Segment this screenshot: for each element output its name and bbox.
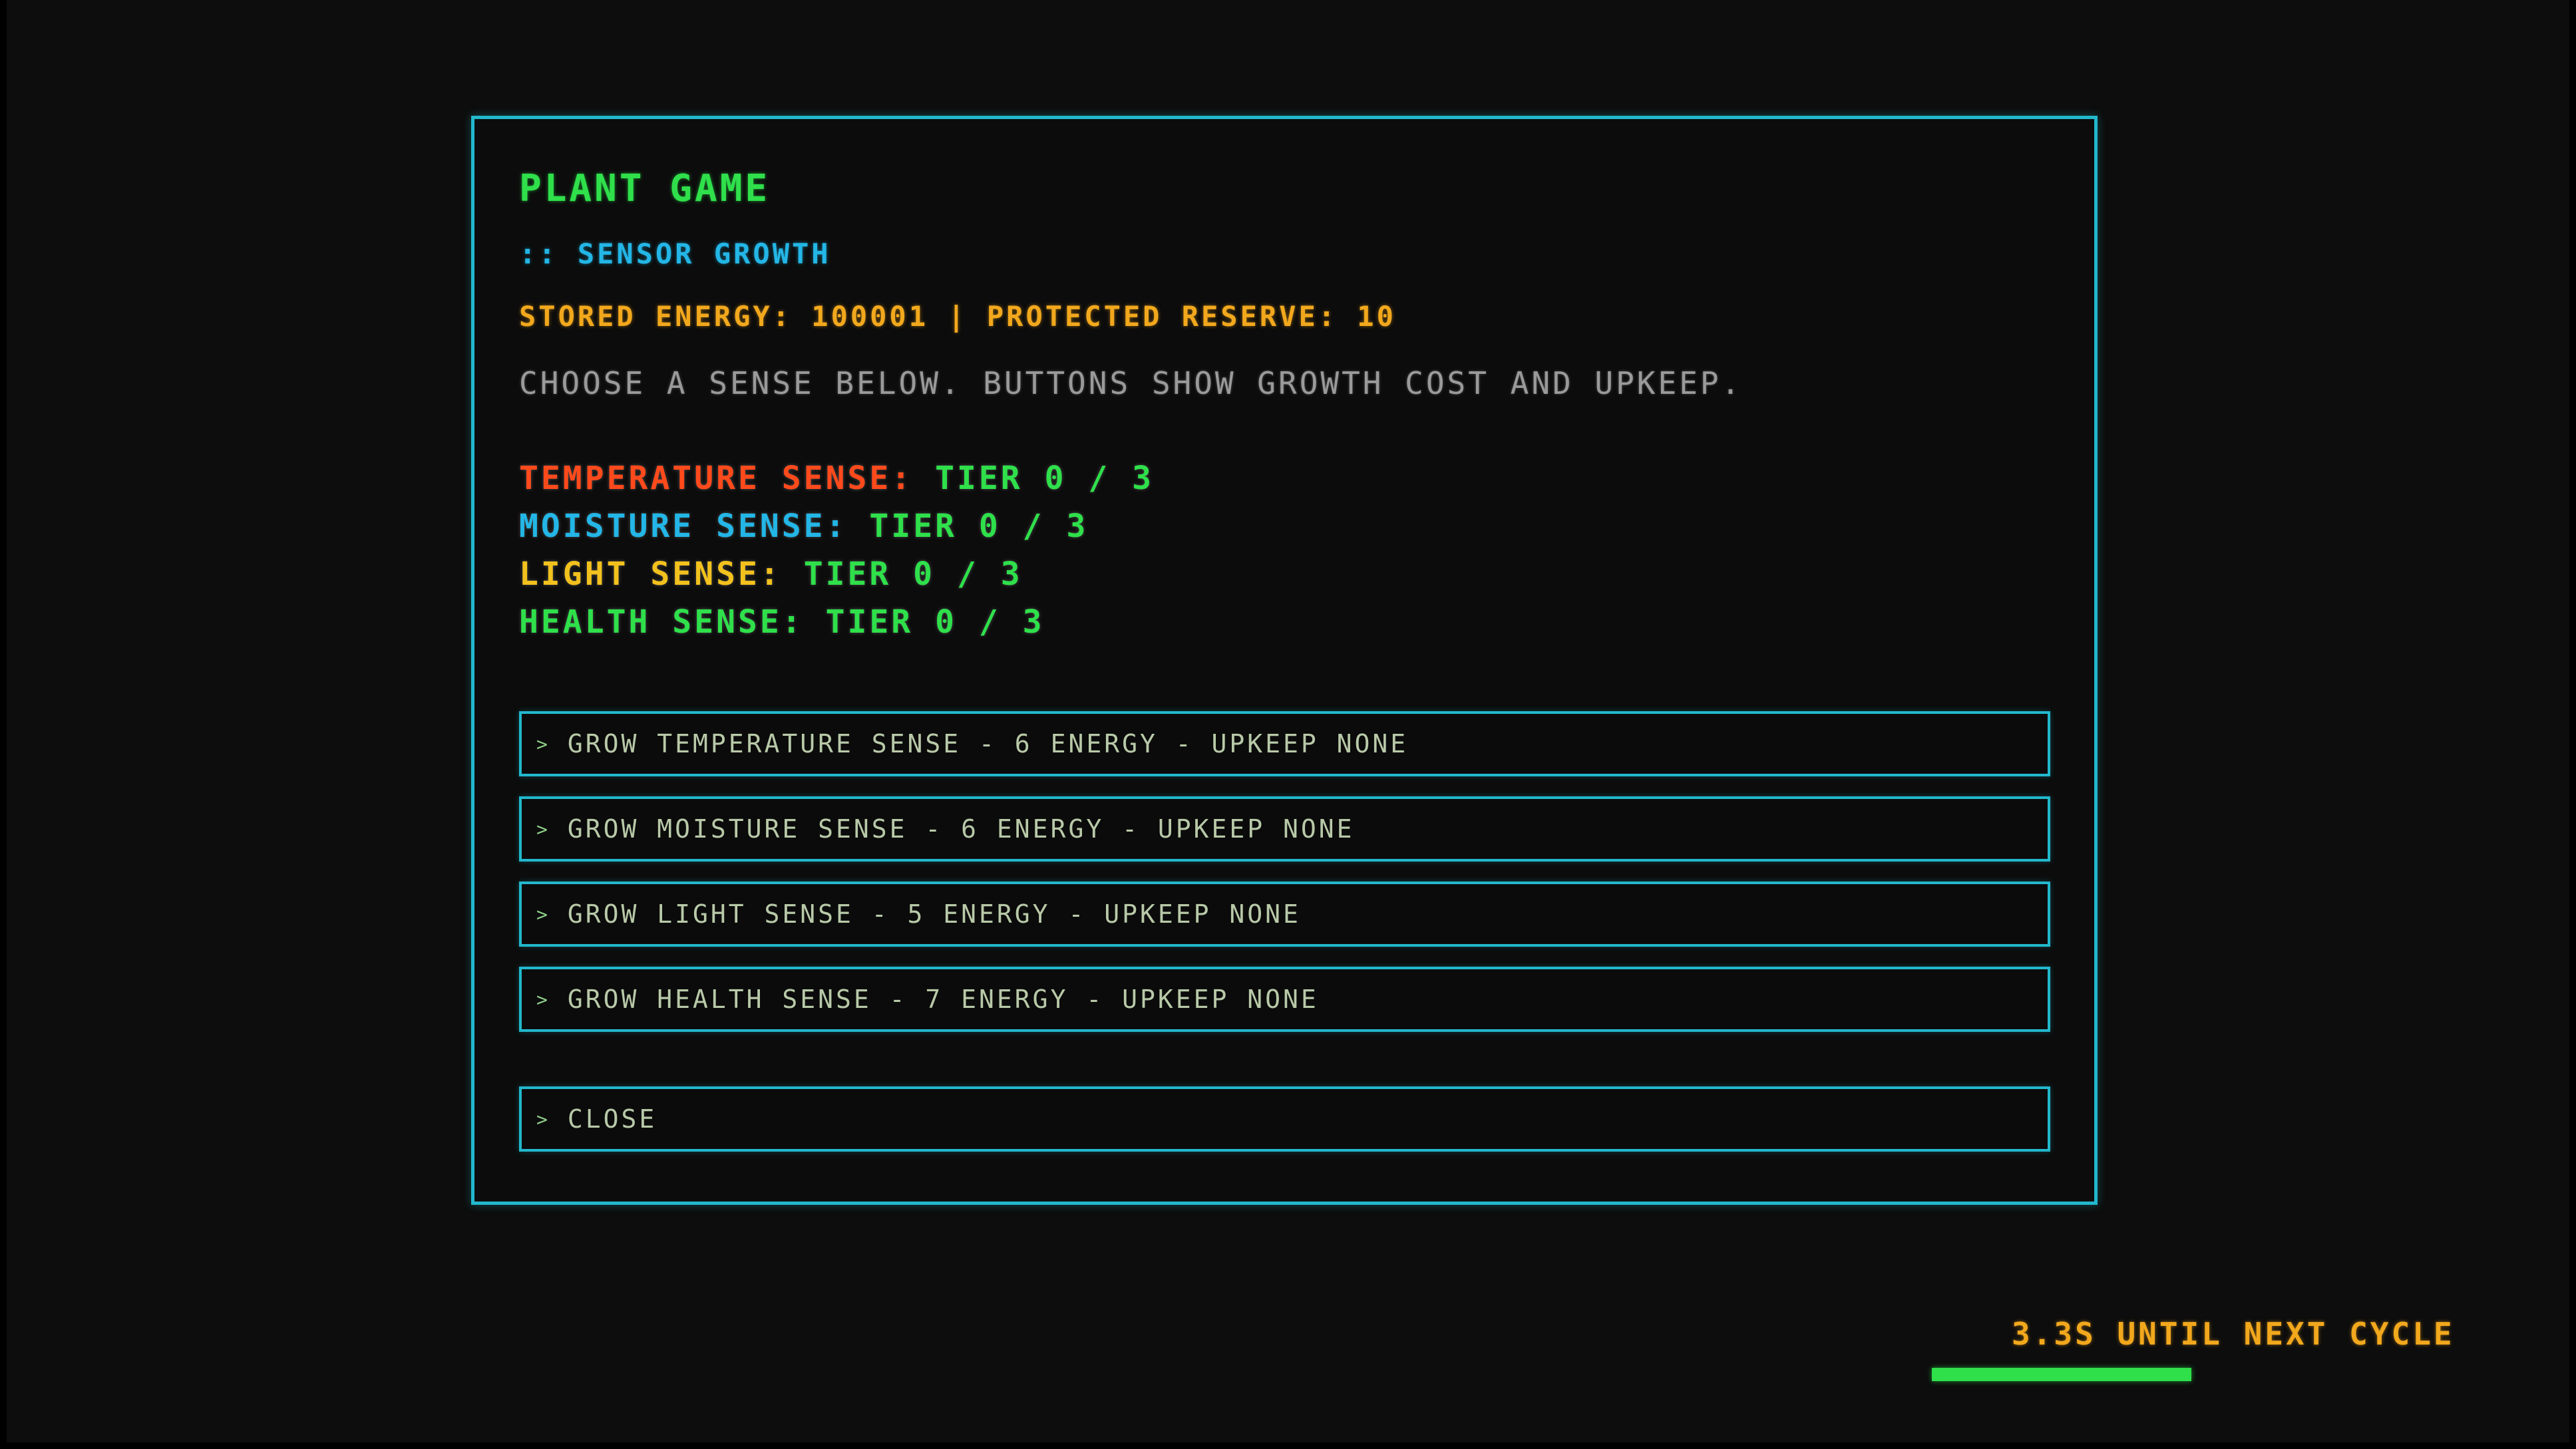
sensor-growth-dialog: PLANT GAME :: SENSOR GROWTH STORED ENERG… — [471, 116, 2098, 1205]
temperature-sense-status: TEMPERATURE SENSE: TIER 0 / 3 — [519, 460, 1154, 497]
cycle-progress-fill — [1932, 1368, 2191, 1381]
sense-tier: TIER 0 / 3 — [869, 508, 1089, 545]
sense-name: MOISTURE SENSE: — [519, 508, 848, 545]
grow-health-sense-button[interactable]: > GROW HEALTH SENSE - 7 ENERGY - UPKEEP … — [519, 967, 2050, 1032]
instructions-text: CHOOSE A SENSE BELOW. BUTTONS SHOW GROWT… — [519, 365, 1743, 401]
health-sense-status: HEALTH SENSE: TIER 0 / 3 — [519, 603, 1045, 641]
chevron-right-icon: > — [536, 818, 550, 840]
chevron-right-icon: > — [536, 903, 550, 925]
dialog-subtitle: :: SENSOR GROWTH — [519, 238, 831, 270]
close-button[interactable]: > CLOSE — [519, 1086, 2050, 1152]
chevron-right-icon: > — [536, 1108, 550, 1130]
game-screen: PLANT GAME :: SENSOR GROWTH STORED ENERG… — [7, 0, 2569, 1442]
sense-tier: TIER 0 / 3 — [803, 556, 1023, 593]
chevron-right-icon: > — [536, 988, 550, 1011]
button-label: GROW MOISTURE SENSE - 6 ENERGY - UPKEEP … — [567, 814, 1355, 844]
button-label: GROW TEMPERATURE SENSE - 6 ENERGY - UPKE… — [567, 729, 1409, 758]
grow-moisture-sense-button[interactable]: > GROW MOISTURE SENSE - 6 ENERGY - UPKEE… — [519, 796, 2050, 862]
stored-energy-readout: STORED ENERGY: 100001 | PROTECTED RESERV… — [519, 300, 1396, 333]
sense-name: LIGHT SENSE: — [519, 556, 782, 593]
cycle-progress-bar — [1932, 1368, 2313, 1381]
chevron-right-icon: > — [536, 732, 550, 755]
button-label: CLOSE — [567, 1104, 657, 1134]
sense-name: TEMPERATURE SENSE: — [519, 460, 914, 497]
button-label: GROW LIGHT SENSE - 5 ENERGY - UPKEEP NON… — [567, 899, 1301, 929]
grow-light-sense-button[interactable]: > GROW LIGHT SENSE - 5 ENERGY - UPKEEP N… — [519, 882, 2050, 947]
light-sense-status: LIGHT SENSE: TIER 0 / 3 — [519, 556, 1023, 593]
grow-temperature-sense-button[interactable]: > GROW TEMPERATURE SENSE - 6 ENERGY - UP… — [519, 711, 2050, 776]
moisture-sense-status: MOISTURE SENSE: TIER 0 / 3 — [519, 508, 1088, 545]
game-title: PLANT GAME — [519, 167, 771, 210]
sense-name: HEALTH SENSE: — [519, 603, 804, 641]
cycle-countdown-text: 3.3S UNTIL NEXT CYCLE — [2012, 1316, 2455, 1352]
button-label: GROW HEALTH SENSE - 7 ENERGY - UPKEEP NO… — [567, 985, 1319, 1014]
sense-tier: TIER 0 / 3 — [825, 603, 1045, 641]
sense-tier: TIER 0 / 3 — [935, 460, 1155, 497]
